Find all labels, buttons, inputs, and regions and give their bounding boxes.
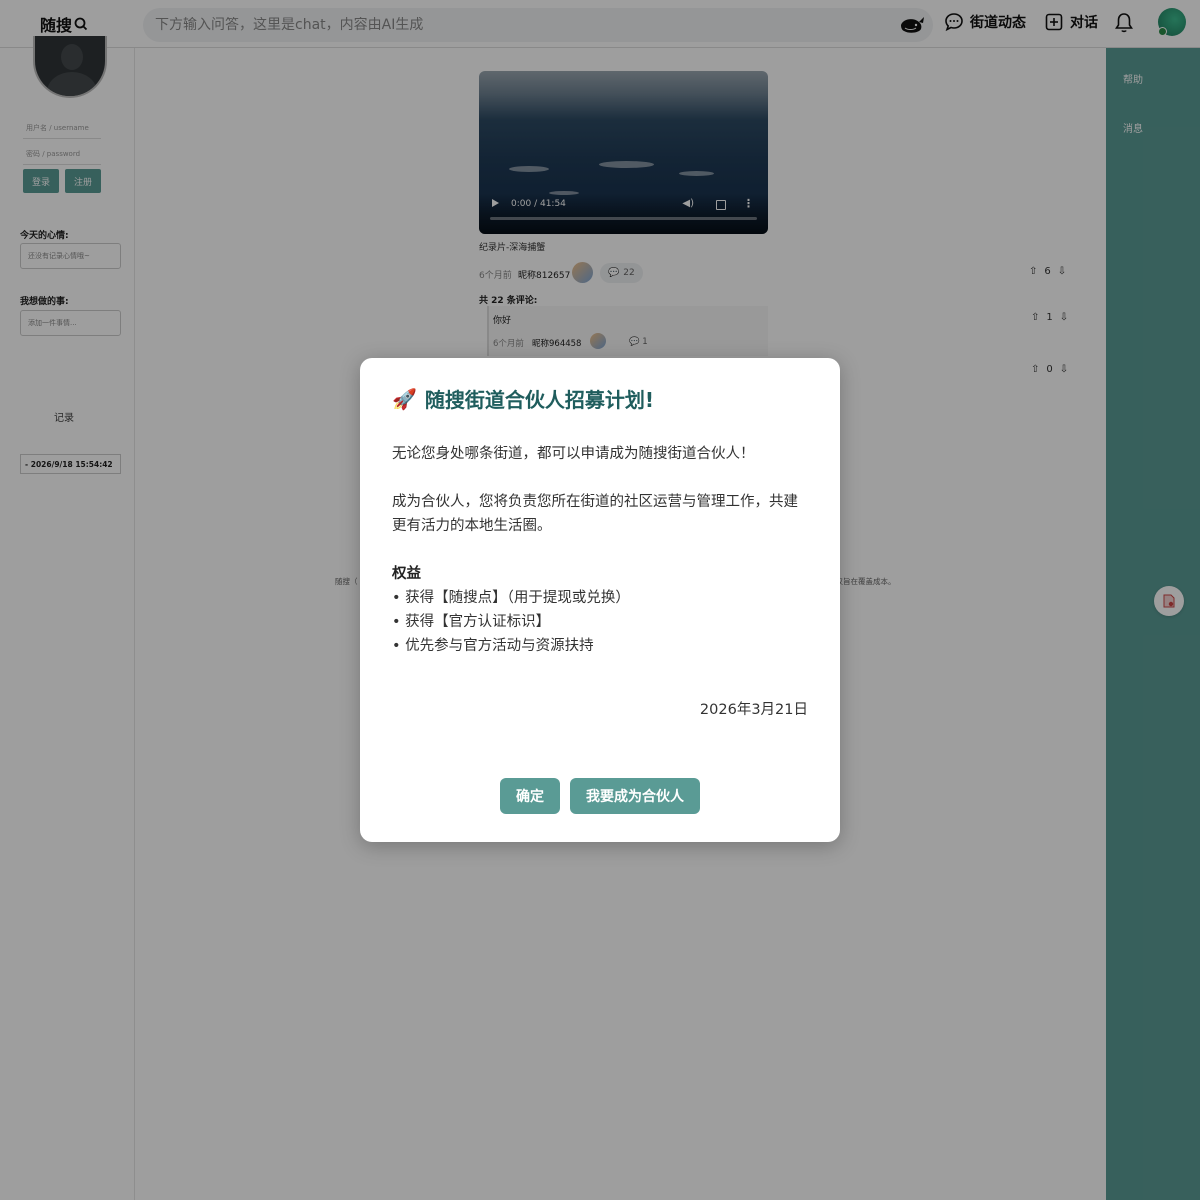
dialog-title-text: 随搜街道合伙人招募计划! — [424, 388, 655, 412]
rocket-icon: 🚀 — [392, 386, 417, 411]
dialog-paragraph-role: 成为合伙人，您将负责您所在街道的社区运营与管理工作，共建更有活力的本地生活圈。 — [392, 494, 798, 534]
dialog-paragraph-intro: 无论您身处哪条街道，都可以申请成为随搜街道合伙人！ — [392, 446, 755, 462]
partner-recruit-dialog: 🚀 随搜街道合伙人招募计划! 无论您身处哪条街道，都可以申请成为随搜街道合伙人！… — [360, 358, 840, 842]
benefit-item: • 优先参与官方活动与资源扶持 — [392, 638, 594, 654]
dialog-date: 2026年3月21日 — [699, 702, 808, 718]
dialog-title: 🚀 随搜街道合伙人招募计划! — [392, 384, 654, 413]
benefit-item: • 获得【官方认证标识】 — [392, 614, 551, 630]
confirm-button[interactable]: 确定 — [500, 778, 560, 814]
become-partner-button[interactable]: 我要成为合伙人 — [570, 778, 700, 814]
benefit-item: • 获得【随搜点】（用于提现或兑换） — [392, 590, 630, 606]
benefits-heading: 权益 — [392, 566, 421, 582]
